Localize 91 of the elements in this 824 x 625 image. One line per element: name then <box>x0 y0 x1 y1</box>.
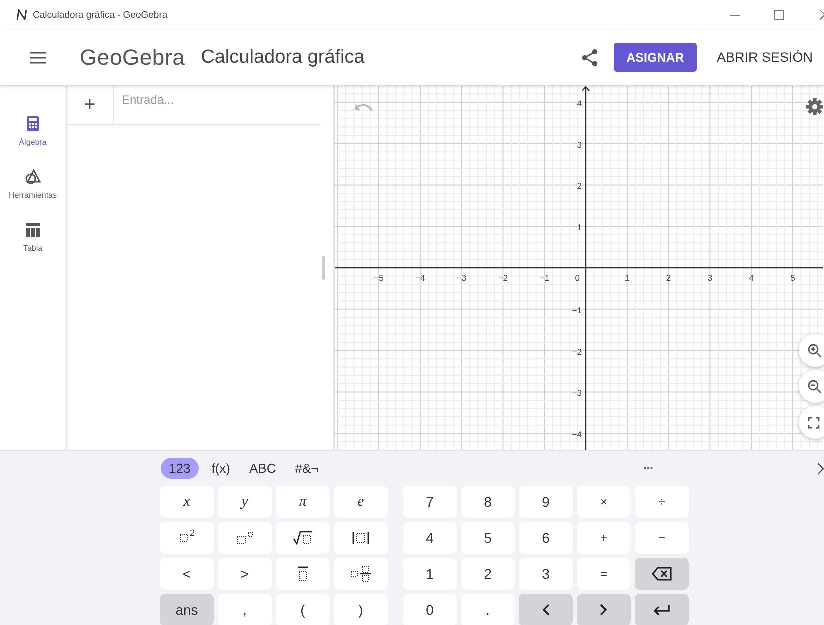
assign-button[interactable]: ASIGNAR <box>614 43 697 72</box>
app-title: Calculadora gráfica <box>201 46 365 68</box>
menu-icon[interactable] <box>30 52 46 64</box>
keyboard-key[interactable]: 8 <box>461 486 515 518</box>
settings-icon[interactable] <box>806 98 824 116</box>
keyboard-key[interactable]: x <box>160 486 214 518</box>
keyboard-key[interactable]: . <box>461 594 515 625</box>
axis-label: −2 <box>572 346 582 357</box>
keyboard-key[interactable]: ÷ <box>635 486 689 518</box>
keyboard-key[interactable]: − <box>635 522 689 554</box>
axis-label: −5 <box>374 273 384 283</box>
axis-label: 5 <box>790 273 796 283</box>
keyboard-key[interactable]: 2 <box>160 522 214 554</box>
keyboard-key[interactable]: × <box>577 486 631 518</box>
sidebar-item[interactable]: Álgebra <box>19 116 47 147</box>
axis-label: 3 <box>708 273 713 283</box>
chevron-left-icon <box>542 604 550 616</box>
axis-label: −1 <box>540 273 550 283</box>
keyboard-key[interactable]: ( <box>276 594 330 625</box>
zoom-out-icon <box>808 380 822 394</box>
keyboard-key[interactable]: e <box>334 486 388 518</box>
keyboard-key[interactable]: 0 <box>403 594 457 625</box>
enter-icon <box>653 604 671 616</box>
zoom-out-button[interactable] <box>799 370 824 403</box>
axis-label: −1 <box>572 305 582 316</box>
keyboard-tab[interactable]: #&¬ <box>289 458 325 479</box>
sidebar-item[interactable]: Herramientas <box>8 169 57 200</box>
axis-label: 1 <box>625 273 630 283</box>
keyboard-key[interactable]: 6 <box>519 522 573 554</box>
axis-label: 4 <box>749 273 754 283</box>
axis-label: −3 <box>572 388 582 398</box>
backspace-icon <box>652 567 672 581</box>
sign-in-button[interactable]: ABRIR SESIÓN <box>716 50 813 65</box>
axis-label: 3 <box>577 140 582 150</box>
keyboard-key[interactable]: > <box>218 558 272 590</box>
keyboard-key[interactable]: + <box>577 522 631 554</box>
keyboard-key[interactable]: y <box>218 486 272 518</box>
fullscreen-icon <box>808 416 820 428</box>
keyboard-key[interactable]: 1 <box>403 558 457 590</box>
axis-label: 4 <box>577 98 582 108</box>
axis-label: −4 <box>572 430 582 440</box>
square-root-icon <box>293 530 313 546</box>
shapes-icon <box>24 169 41 185</box>
calculator-icon <box>24 116 41 132</box>
keyboard-key[interactable]: 3 <box>519 558 573 590</box>
fullscreen-button[interactable] <box>799 406 824 439</box>
share-icon[interactable] <box>582 48 598 66</box>
axis-label: −2 <box>498 273 508 283</box>
keyboard-key[interactable]: 2 <box>461 558 515 590</box>
keyboard-key[interactable] <box>276 522 330 554</box>
app-logo-icon <box>16 9 28 21</box>
chevron-right-icon <box>600 604 608 616</box>
keyboard-key[interactable]: 5 <box>461 522 515 554</box>
axis-label: 1 <box>577 222 582 233</box>
maximize-icon[interactable] <box>774 10 784 20</box>
keyboard-key[interactable] <box>334 522 388 554</box>
power-icon <box>236 531 254 545</box>
keyboard-key[interactable] <box>635 558 689 590</box>
keyboard-tab[interactable]: 123 <box>161 458 199 479</box>
keyboard-key[interactable]: π <box>276 486 330 518</box>
keyboard-key[interactable]: < <box>160 558 214 590</box>
keyboard-key[interactable]: = <box>577 558 631 590</box>
mixed-fraction-icon <box>350 565 372 583</box>
overline-icon <box>297 566 309 582</box>
axis-label: 0 <box>575 273 580 283</box>
axis-label: −3 <box>456 273 467 283</box>
table-icon <box>25 222 41 238</box>
keyboard-key[interactable]: ) <box>334 594 388 625</box>
keyboard-key[interactable]: 9 <box>519 486 573 518</box>
close-icon[interactable] <box>818 462 824 474</box>
window-title: Calculadora gráfica - GeoGebra <box>33 10 168 20</box>
axis-label: 2 <box>666 273 672 283</box>
axis-label: −4 <box>416 273 426 283</box>
app-logo[interactable]: GeoGebra <box>80 44 186 70</box>
zoom-in-button[interactable] <box>799 334 824 367</box>
axis-label: 2 <box>577 181 582 192</box>
keyboard-tab[interactable]: ABC <box>243 458 282 479</box>
keyboard-key[interactable]: 7 <box>403 486 457 518</box>
sidebar-item[interactable]: Tabla <box>23 222 43 253</box>
keyboard-key[interactable]: 4 <box>403 522 457 554</box>
more-button[interactable]: ••• <box>644 464 654 473</box>
keyboard-key[interactable]: , <box>218 594 272 625</box>
zoom-in-icon <box>808 344 822 358</box>
placeholder-box-icon <box>178 533 189 543</box>
keyboard-tab[interactable]: f(x) <box>206 458 236 479</box>
exponent-label: 2 <box>190 529 195 538</box>
absolute-value-icon <box>352 531 370 545</box>
keyboard-key[interactable] <box>635 594 689 625</box>
keyboard-key[interactable]: ans <box>160 594 214 625</box>
keyboard-key[interactable] <box>334 558 388 590</box>
resize-handle[interactable] <box>322 256 325 280</box>
